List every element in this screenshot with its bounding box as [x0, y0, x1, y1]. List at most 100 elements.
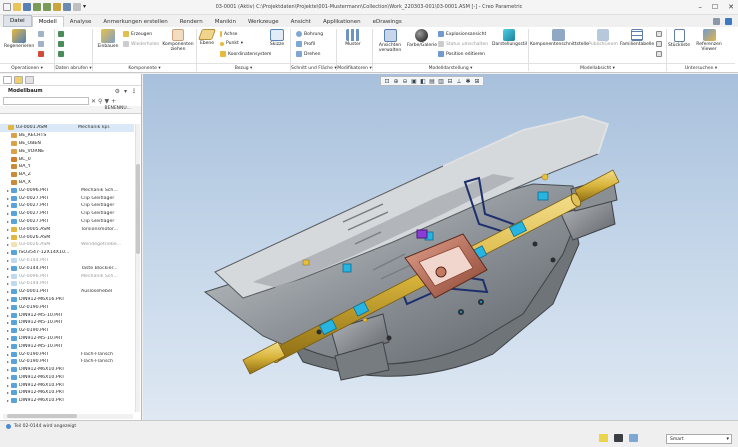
- publish-geom-button[interactable]: PublishGeom: [588, 29, 618, 47]
- revolve-button[interactable]: Drehen: [296, 51, 320, 57]
- sketch-button[interactable]: Skizze: [267, 29, 287, 47]
- copy-button[interactable]: [38, 41, 44, 47]
- tree-row[interactable]: ▸ 02-0190.PRT: [0, 303, 134, 311]
- graphics-viewport[interactable]: ⊡ ⊕ ⊖ ▣ ◧ ▤ ▥ ⊟ ⟂ ✱ ⊞: [143, 74, 738, 420]
- column-name-header[interactable]: [0, 106, 72, 113]
- regenerate-button[interactable]: Regenerieren: [4, 29, 34, 49]
- tree-row[interactable]: ▸ DIN912-M6X10.PRT: [0, 366, 134, 374]
- plane-button[interactable]: Ebene: [197, 29, 217, 46]
- more-icon[interactable]: ⋮: [131, 88, 137, 95]
- tree-row[interactable]: ▸ DIN912-M6X10.PRT: [0, 397, 134, 405]
- group-schnitt-flaeche[interactable]: Schnitt und Fläche ▾: [291, 63, 337, 72]
- tree-row[interactable]: ▸ DIN912-M5-10.PRT: [0, 342, 134, 350]
- tree-row[interactable]: BA_Y: [0, 163, 134, 171]
- component-interface-button[interactable]: Komponentenschnittstelle: [530, 29, 589, 47]
- folder-browser-tab[interactable]: [14, 76, 23, 84]
- edit-position-button[interactable]: Position editieren: [438, 51, 485, 57]
- tree-row[interactable]: ▸ 02-0096.PRT Mechanik Sch...: [0, 272, 134, 280]
- get-data-button-2[interactable]: [58, 41, 64, 47]
- axis-button[interactable]: Achse: [220, 31, 237, 37]
- explode-view-button[interactable]: Explosionsansicht: [438, 31, 486, 37]
- extrude-button[interactable]: Profil: [296, 41, 315, 47]
- tree-row[interactable]: ▸ DIN912-M6X10.PRT: [0, 389, 134, 397]
- add-column-icon[interactable]: +: [111, 98, 116, 105]
- close-button[interactable]: ✕: [728, 3, 734, 11]
- create-button[interactable]: Erzeugen: [123, 31, 152, 37]
- selection-filter-select[interactable]: Smart ▾: [666, 434, 732, 444]
- close-icon[interactable]: ✕: [91, 98, 96, 105]
- tab-manikin[interactable]: Manikin: [209, 17, 242, 27]
- favorites-tab[interactable]: [25, 76, 34, 84]
- tab-werkzeuge[interactable]: Werkzeuge: [242, 17, 285, 27]
- appearance-gallery-button[interactable]: Farbe/Galerie: [407, 29, 437, 48]
- tab-applikationen[interactable]: Applikationen: [317, 17, 367, 27]
- scrollbar-thumb[interactable]: [136, 164, 140, 254]
- tree-row[interactable]: ▸ DIN912-M5-10.PRT: [0, 335, 134, 343]
- tab-anmerkungen-erstellen[interactable]: Anmerkungen erstellen: [97, 17, 173, 27]
- tree-row[interactable]: BA_X: [0, 179, 134, 187]
- tree-row[interactable]: 03-0001.ASM Mechanik kpl.: [0, 124, 134, 132]
- reference-viewer-button[interactable]: Referenzen Viewer: [693, 29, 725, 52]
- tab-modell[interactable]: Modell: [31, 16, 64, 27]
- tree-row[interactable]: ▸ DIN912-M6X10.PRT: [0, 374, 134, 382]
- assembly-model[interactable]: [143, 74, 738, 420]
- tree-row[interactable]: ▸ DIN912-M6X16.PRT: [0, 296, 134, 304]
- model-tree-tab[interactable]: [3, 76, 12, 84]
- display-style-button[interactable]: Darstellungsstil: [492, 29, 527, 47]
- switch-dimensions-button[interactable]: [656, 51, 662, 57]
- display-icon[interactable]: [629, 434, 638, 442]
- minimize-ribbon-icon[interactable]: [713, 18, 720, 25]
- tree-row[interactable]: ▸ 03-0026.ASM Wendegetriebe...: [0, 241, 134, 249]
- lock-icon[interactable]: [614, 434, 623, 442]
- manage-views-button[interactable]: Ansichten verwalten: [375, 29, 405, 53]
- help-icon[interactable]: [725, 18, 732, 25]
- minimize-button[interactable]: –: [698, 3, 702, 11]
- tree-row[interactable]: ▸ DIN912-M5-10.PRT: [0, 311, 134, 319]
- hole-button[interactable]: Bohrung: [296, 31, 323, 37]
- tree-row[interactable]: ▸ DIN912-M6X10.PRT: [0, 381, 134, 389]
- repeat-button[interactable]: Wiederholen: [123, 41, 159, 47]
- tree-row[interactable]: ▸ 02-0027.PRT Clip Gleitlager: [0, 194, 134, 202]
- tab-datei[interactable]: Datei: [3, 15, 32, 27]
- group-komponente[interactable]: Komponente ▾: [93, 63, 196, 72]
- search-icon[interactable]: ⚲: [98, 98, 102, 105]
- column-benennung-header[interactable]: BENENNU...: [72, 106, 141, 113]
- relations-button[interactable]: [656, 31, 662, 37]
- tree-row[interactable]: BC_0: [0, 155, 134, 163]
- cut-button[interactable]: [38, 31, 44, 37]
- tree-row[interactable]: ▸ 03-0026.ASM: [0, 233, 134, 241]
- tree-row[interactable]: ▸ 03-0005.ASM Torsionsmotor...: [0, 225, 134, 233]
- tree-row[interactable]: ▸ 02-0027.PRT Clip Gleitlager: [0, 210, 134, 218]
- toggle-status-button[interactable]: Status umschalten: [438, 41, 488, 47]
- tree-horizontal-scrollbar[interactable]: [3, 414, 133, 419]
- tab-ansicht[interactable]: Ansicht: [285, 17, 317, 27]
- assemble-button[interactable]: Einbauen: [95, 29, 121, 49]
- group-daten-abrufen[interactable]: Daten abrufen ▾: [55, 63, 92, 72]
- tree-row[interactable]: ▸ 02-0190.PRT Flach-Flansch: [0, 350, 134, 358]
- tree-row[interactable]: ▸ 02-0001.PRT Auslösehebel: [0, 288, 134, 296]
- tree-row[interactable]: ▸ 02-0190.PRT: [0, 327, 134, 335]
- group-untersuchen[interactable]: Untersuchen ▾: [667, 63, 735, 72]
- scrollbar-thumb[interactable]: [7, 414, 77, 418]
- tree-row[interactable]: ▸ 02-0190.PRT Flach-Flansch: [0, 358, 134, 366]
- parameters-button[interactable]: [656, 41, 662, 47]
- tree-row[interactable]: BA_Z: [0, 171, 134, 179]
- tree-row[interactable]: ▸ ISO3547-12X14X10...: [0, 249, 134, 257]
- delete-button[interactable]: [38, 51, 44, 57]
- drag-components-button[interactable]: Komponenten ziehen: [160, 29, 196, 52]
- tree-row[interactable]: ▸ 02-0027.PRT Clip Gleitlager: [0, 218, 134, 226]
- get-data-button-3[interactable]: [58, 51, 64, 57]
- group-modellabsicht[interactable]: Modellabsicht ▾: [529, 63, 666, 72]
- group-bezug[interactable]: Bezug ▾: [197, 63, 290, 72]
- tab-edrawings[interactable]: eDrawings: [367, 17, 408, 27]
- point-button[interactable]: Punkt ▾: [220, 41, 243, 46]
- get-data-button-1[interactable]: [58, 31, 64, 37]
- tree-row[interactable]: ▸ 02-0144.PRT: [0, 280, 134, 288]
- csys-button[interactable]: Koordinatensystem: [220, 51, 271, 57]
- group-operationen[interactable]: Operationen ▾: [0, 63, 54, 72]
- tree-filter-icon[interactable]: ▾: [124, 88, 127, 95]
- message-log-icon[interactable]: [599, 434, 608, 442]
- tab-rendern[interactable]: Rendern: [174, 17, 209, 27]
- tree-row[interactable]: BE_OBEN: [0, 140, 134, 148]
- search-input[interactable]: [3, 97, 89, 105]
